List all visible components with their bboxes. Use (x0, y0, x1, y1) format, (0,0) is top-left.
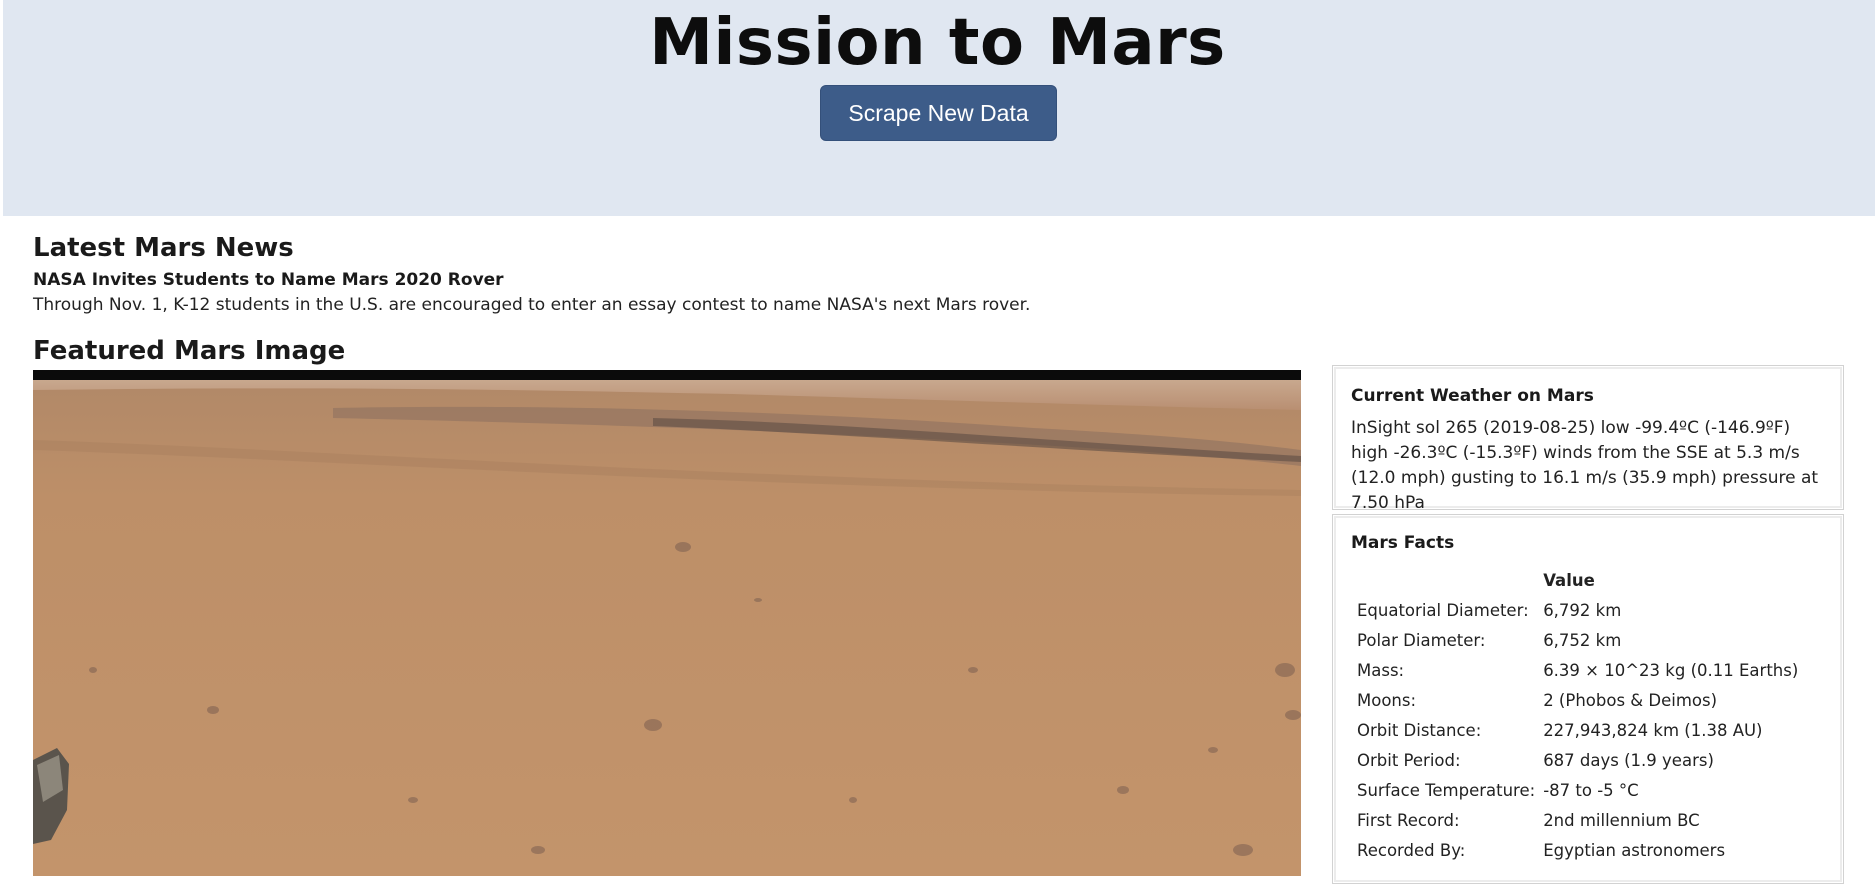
table-row: Recorded By: Egyptian astronomers (1353, 835, 1802, 865)
fact-value: 227,943,824 km (1.38 AU) (1543, 720, 1763, 740)
weather-text: InSight sol 265 (2019-08-25) low -99.4ºC… (1351, 418, 1819, 513)
fact-value: 6,752 km (1543, 630, 1622, 650)
fact-label: Equatorial Diameter: (1357, 600, 1529, 620)
fact-label: Orbit Distance: (1357, 720, 1482, 740)
facts-table-header-row: Value (1353, 565, 1802, 595)
news-title: NASA Invites Students to Name Mars 2020 … (33, 270, 504, 290)
featured-mars-image[interactable] (33, 370, 1301, 876)
table-row: Surface Temperature: -87 to -5 °C (1353, 775, 1802, 805)
news-body: Through Nov. 1, K-12 students in the U.S… (33, 295, 1031, 315)
table-row: Polar Diameter: 6,752 km (1353, 625, 1802, 655)
fact-label: Polar Diameter: (1357, 630, 1486, 650)
facts-table: Value Equatorial Diameter: 6,792 km Pola… (1353, 565, 1802, 865)
scrape-new-data-button[interactable]: Scrape New Data (820, 85, 1057, 141)
fact-label: Moons: (1357, 690, 1417, 710)
facts-heading: Mars Facts (1351, 533, 1455, 553)
fact-value: 2 (Phobos & Deimos) (1543, 690, 1718, 710)
fact-value: 6.39 × 10^23 kg (0.11 Earths) (1543, 660, 1799, 680)
fact-value: 687 days (1.9 years) (1543, 750, 1714, 770)
weather-card: Current Weather on Mars InSight sol 265 … (1332, 365, 1844, 513)
fact-label: Mass: (1357, 660, 1405, 680)
table-row: Mass: 6.39 × 10^23 kg (0.11 Earths) (1353, 655, 1802, 685)
table-row: First Record: 2nd millennium BC (1353, 805, 1802, 835)
mars-landscape-illustration (33, 370, 1301, 876)
facts-column-header (1353, 565, 1539, 595)
facts-column-header: Value (1543, 570, 1595, 590)
table-row: Orbit Distance: 227,943,824 km (1.38 AU) (1353, 715, 1802, 745)
fact-label: Surface Temperature: (1357, 780, 1536, 800)
facts-card: Mars Facts Value Equatorial Diameter: 6,… (1332, 514, 1844, 884)
table-row: Equatorial Diameter: 6,792 km (1353, 595, 1802, 625)
table-row: Orbit Period: 687 days (1.9 years) (1353, 745, 1802, 775)
fact-value: 2nd millennium BC (1543, 810, 1700, 830)
fact-value: 6,792 km (1543, 600, 1622, 620)
fact-value: -87 to -5 °C (1543, 780, 1639, 800)
fact-value: Egyptian astronomers (1543, 840, 1726, 860)
fact-label: Orbit Period: (1357, 750, 1461, 770)
table-row: Moons: 2 (Phobos & Deimos) (1353, 685, 1802, 715)
weather-heading: Current Weather on Mars (1351, 386, 1594, 406)
news-heading: Latest Mars News (33, 233, 294, 263)
page-title: Mission to Mars (649, 6, 1226, 80)
fact-label: First Record: (1357, 810, 1460, 830)
fact-label: Recorded By: (1357, 840, 1466, 860)
featured-image-heading: Featured Mars Image (33, 336, 346, 366)
